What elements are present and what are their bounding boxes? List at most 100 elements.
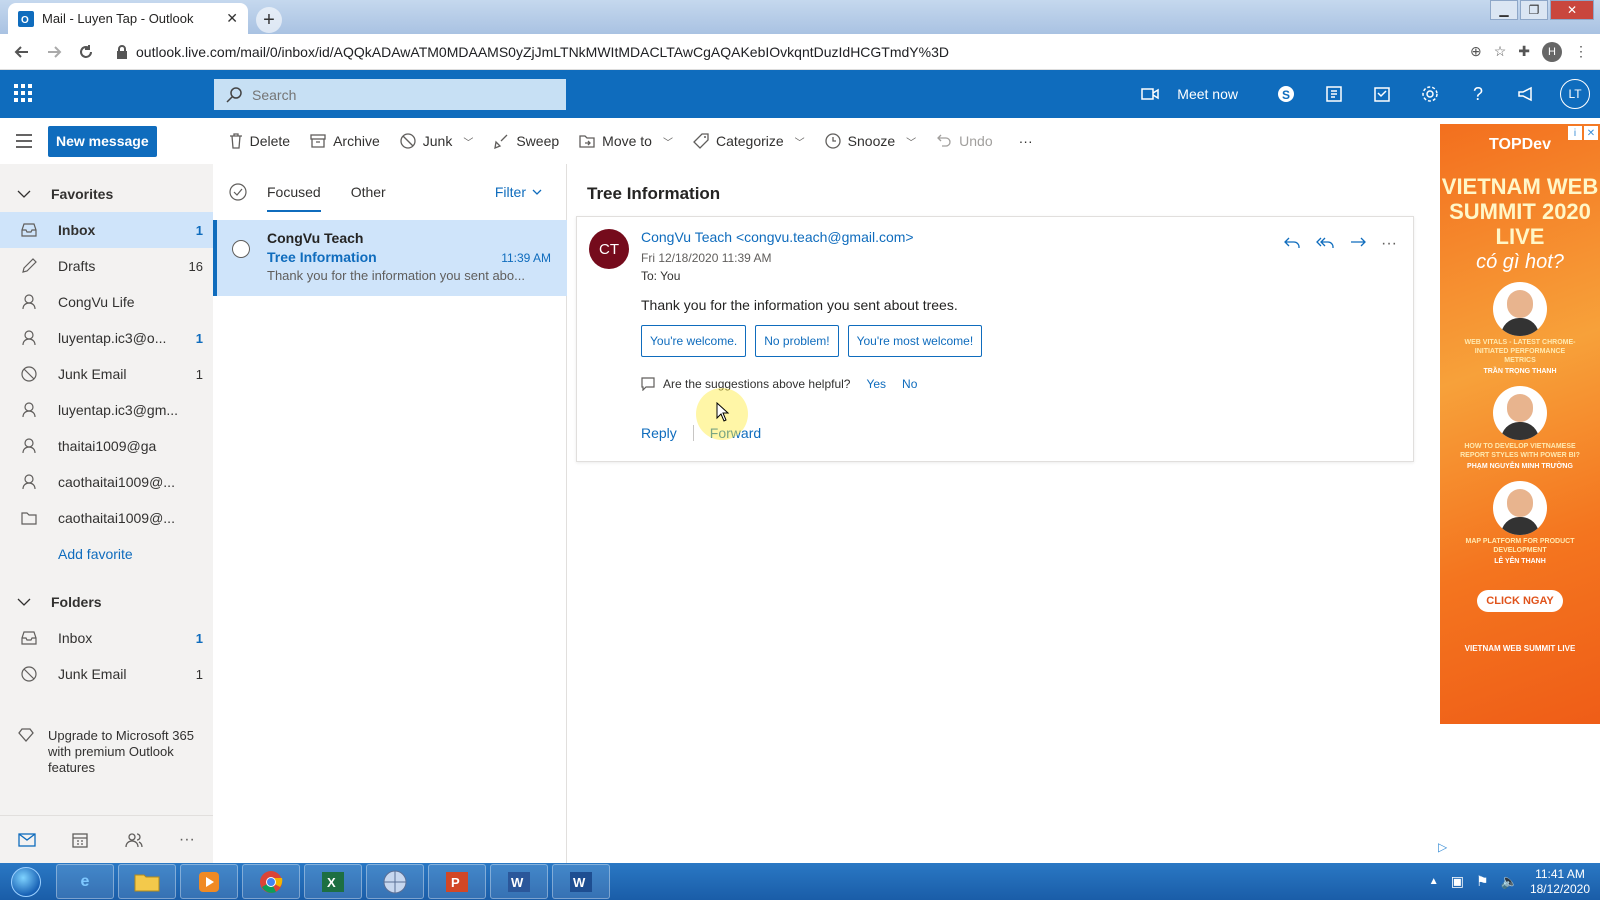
people-icon[interactable] bbox=[124, 832, 143, 848]
meet-now-button[interactable]: Meet now bbox=[1125, 86, 1262, 102]
feedback-yes-link[interactable]: Yes bbox=[866, 377, 886, 391]
system-clock[interactable]: 11:41 AM 18/12/2020 bbox=[1530, 867, 1590, 897]
suggested-reply-button[interactable]: No problem! bbox=[755, 325, 839, 357]
show-hidden-icons[interactable]: ▲ bbox=[1429, 876, 1439, 887]
word-icon[interactable]: W bbox=[490, 864, 548, 899]
sidebar-item[interactable]: luyentap.ic3@o... 1 bbox=[0, 320, 213, 356]
suggested-reply-button[interactable]: You're welcome. bbox=[641, 325, 747, 357]
action-center-flag-icon[interactable]: ⚑ bbox=[1476, 873, 1489, 890]
adchoices-triangle-icon[interactable]: ▷ bbox=[1438, 840, 1447, 854]
sidebar-item[interactable]: caothaitai1009@... bbox=[0, 500, 213, 536]
sidebar-item[interactable]: Junk Email 1 bbox=[0, 356, 213, 392]
help-icon[interactable]: ? bbox=[1454, 70, 1502, 118]
browser-menu-icon[interactable]: ⋮ bbox=[1574, 43, 1588, 60]
volume-icon[interactable]: 🔈 bbox=[1501, 873, 1518, 890]
excel-icon[interactable]: X bbox=[304, 864, 362, 899]
powerpoint-icon[interactable]: P bbox=[428, 864, 486, 899]
close-tab-icon[interactable]: ✕ bbox=[226, 10, 238, 27]
media-player-icon[interactable] bbox=[180, 864, 238, 899]
new-tab-button[interactable]: + bbox=[256, 7, 282, 33]
ad-cta-button[interactable]: CLICK NGAY bbox=[1477, 590, 1563, 612]
reply-icon[interactable] bbox=[1283, 235, 1301, 253]
feedback-megaphone-icon[interactable] bbox=[1502, 70, 1550, 118]
snooze-button[interactable]: Snooze ﹀ bbox=[815, 133, 926, 149]
list-item[interactable]: CongVu Teach Tree Information 11:39 AM T… bbox=[213, 220, 567, 296]
more-apps-icon[interactable]: ··· bbox=[179, 831, 195, 849]
close-window-button[interactable]: ✕ bbox=[1550, 0, 1594, 20]
close-ad-icon[interactable]: ✕ bbox=[1584, 126, 1598, 140]
chevron-down-icon[interactable]: ﹀ bbox=[663, 134, 673, 149]
chevron-down-icon[interactable]: ﹀ bbox=[463, 134, 473, 149]
account-avatar[interactable]: LT bbox=[1560, 79, 1590, 109]
sidebar-item[interactable]: luyentap.ic3@gm... bbox=[0, 392, 213, 428]
reading-pane: Tree Information CT CongVu Teach <congvu… bbox=[567, 164, 1440, 863]
tab-focused[interactable]: Focused bbox=[267, 164, 321, 220]
undo-button[interactable]: Undo bbox=[926, 133, 1002, 149]
more-actions-button[interactable]: ··· bbox=[1009, 133, 1043, 149]
categorize-button[interactable]: Categorize ﹀ bbox=[683, 133, 815, 149]
search-box[interactable] bbox=[214, 79, 566, 110]
sidebar-item[interactable]: Drafts 16 bbox=[0, 248, 213, 284]
start-button[interactable] bbox=[0, 863, 52, 900]
maximize-button[interactable]: ❐ bbox=[1520, 0, 1548, 20]
url-field[interactable]: outlook.live.com/mail/0/inbox/id/AQQkADA… bbox=[116, 44, 1470, 60]
chrome-icon[interactable] bbox=[242, 864, 300, 899]
sender-address[interactable]: CongVu Teach <congvu.teach@gmail.com> bbox=[641, 229, 914, 245]
favorites-header[interactable]: Favorites bbox=[0, 176, 213, 212]
chevron-down-icon[interactable]: ﹀ bbox=[906, 134, 916, 149]
sweep-button[interactable]: Sweep bbox=[483, 133, 569, 149]
reply-all-icon[interactable] bbox=[1315, 235, 1335, 253]
search-input[interactable] bbox=[252, 86, 542, 103]
install-app-icon[interactable]: ⊕ bbox=[1470, 43, 1482, 60]
info-icon[interactable]: i bbox=[1568, 126, 1582, 140]
select-all-checkbox-icon[interactable] bbox=[229, 183, 247, 201]
ad-choices[interactable]: i ✕ bbox=[1568, 126, 1598, 140]
forward-button[interactable] bbox=[38, 36, 70, 68]
move-to-button[interactable]: Move to ﹀ bbox=[569, 133, 683, 149]
app-launcher-icon[interactable] bbox=[14, 84, 32, 102]
extensions-icon[interactable]: ✚ bbox=[1518, 43, 1530, 60]
office-apps-icon[interactable] bbox=[1310, 70, 1358, 118]
sidebar-item[interactable]: CongVu Life bbox=[0, 284, 213, 320]
chevron-down-icon[interactable]: ﹀ bbox=[795, 134, 805, 149]
internet-explorer-icon[interactable]: e bbox=[56, 864, 114, 899]
sender-avatar[interactable]: CT bbox=[589, 229, 629, 269]
feedback-no-link[interactable]: No bbox=[902, 377, 917, 391]
new-message-button[interactable]: New message bbox=[48, 125, 157, 157]
more-options-icon[interactable]: ··· bbox=[1381, 235, 1397, 253]
tab-other[interactable]: Other bbox=[351, 164, 386, 220]
browser-tab[interactable]: O Mail - Luyen Tap - Outlook ✕ bbox=[8, 3, 248, 34]
add-favorite-link[interactable]: Add favorite bbox=[0, 536, 213, 572]
hamburger-menu-icon[interactable] bbox=[0, 134, 48, 148]
archive-button[interactable]: Archive bbox=[300, 133, 390, 149]
sidebar-item[interactable]: Inbox 1 bbox=[0, 620, 213, 656]
reply-link[interactable]: Reply bbox=[641, 425, 677, 441]
screen-recorder-icon[interactable] bbox=[366, 864, 424, 899]
minimize-button[interactable]: ▁ bbox=[1490, 0, 1518, 20]
sidebar-item[interactable]: Junk Email 1 bbox=[0, 656, 213, 692]
mail-icon[interactable] bbox=[18, 832, 36, 847]
sidebar-item[interactable]: caothaitai1009@... bbox=[0, 464, 213, 500]
forward-icon[interactable] bbox=[1349, 235, 1367, 253]
calendar-icon[interactable] bbox=[72, 832, 89, 848]
back-button[interactable] bbox=[6, 36, 38, 68]
skype-icon[interactable]: S bbox=[1262, 70, 1310, 118]
sidebar-item[interactable]: Inbox 1 bbox=[0, 212, 213, 248]
folders-header[interactable]: Folders bbox=[0, 584, 213, 620]
bookmark-star-icon[interactable]: ☆ bbox=[1494, 43, 1507, 60]
upgrade-banner[interactable]: Upgrade to Microsoft 365 with premium Ou… bbox=[0, 728, 213, 776]
file-explorer-icon[interactable] bbox=[118, 864, 176, 899]
profile-avatar[interactable]: H bbox=[1542, 41, 1562, 62]
my-day-icon[interactable] bbox=[1358, 70, 1406, 118]
filter-button[interactable]: Filter bbox=[495, 184, 542, 200]
suggested-reply-button[interactable]: You're most welcome! bbox=[847, 325, 983, 357]
advertisement[interactable]: i ✕ TOPDev VIETNAM WEB SUMMIT 2020 LIVE c… bbox=[1440, 124, 1600, 724]
reload-button[interactable] bbox=[70, 36, 102, 68]
word-document-icon[interactable]: W bbox=[552, 864, 610, 899]
network-icon[interactable]: ▣ bbox=[1451, 873, 1464, 890]
delete-button[interactable]: Delete bbox=[219, 133, 300, 149]
gear-icon[interactable] bbox=[1406, 70, 1454, 118]
junk-button[interactable]: Junk ﹀ bbox=[390, 133, 484, 149]
select-message-radio[interactable] bbox=[232, 240, 250, 258]
sidebar-item[interactable]: thaitai1009@ga bbox=[0, 428, 213, 464]
